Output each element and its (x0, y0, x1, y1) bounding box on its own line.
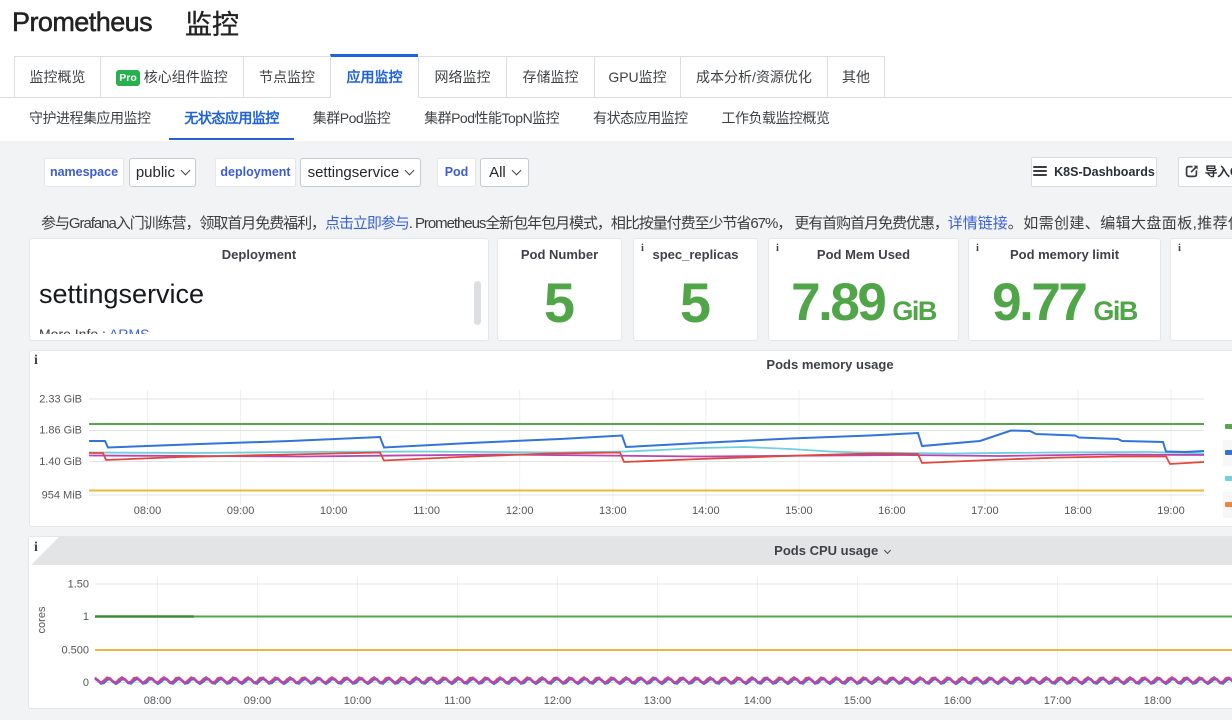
svg-text:08:00: 08:00 (144, 695, 172, 707)
svg-text:15:00: 15:00 (844, 695, 872, 707)
svg-text:1.86 GiB: 1.86 GiB (39, 425, 82, 437)
svg-text:18:00: 18:00 (1064, 505, 1092, 517)
svg-text:1.40 GiB: 1.40 GiB (39, 456, 82, 468)
svg-text:09:00: 09:00 (227, 505, 255, 517)
svg-text:09:00: 09:00 (244, 695, 272, 707)
svg-text:2.33 GiB: 2.33 GiB (39, 394, 82, 406)
svg-text:11:00: 11:00 (413, 505, 440, 517)
svg-text:17:00: 17:00 (1044, 695, 1072, 707)
svg-text:12:00: 12:00 (506, 505, 534, 517)
svg-text:08:00: 08:00 (134, 505, 162, 517)
svg-text:10:00: 10:00 (344, 695, 372, 707)
svg-text:16:00: 16:00 (944, 695, 972, 707)
svg-text:17:00: 17:00 (971, 505, 999, 517)
svg-text:18:00: 18:00 (1144, 695, 1172, 707)
svg-text:16:00: 16:00 (878, 505, 906, 517)
svg-text:14:00: 14:00 (744, 695, 772, 707)
svg-text:13:00: 13:00 (599, 505, 627, 517)
svg-text:cores: cores (36, 606, 48, 633)
svg-text:15:00: 15:00 (785, 505, 813, 517)
svg-text:0.500: 0.500 (61, 645, 89, 657)
svg-text:1: 1 (83, 611, 89, 623)
svg-text:11:00: 11:00 (444, 695, 471, 707)
svg-text:1.50: 1.50 (68, 579, 89, 591)
svg-text:0: 0 (83, 677, 89, 689)
svg-text:13:00: 13:00 (644, 695, 672, 707)
svg-text:12:00: 12:00 (544, 695, 572, 707)
svg-text:14:00: 14:00 (692, 505, 720, 517)
svg-text:10:00: 10:00 (320, 505, 348, 517)
svg-text:19:00: 19:00 (1157, 505, 1185, 517)
svg-text:954 MiB: 954 MiB (42, 490, 82, 502)
